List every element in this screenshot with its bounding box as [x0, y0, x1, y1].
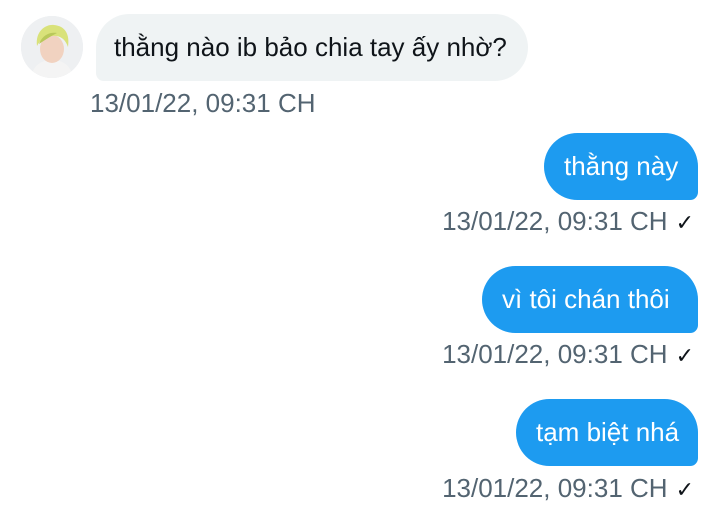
message-text: thằng nào ib bảo chia tay ấy nhờ? — [114, 32, 507, 62]
avatar-image — [21, 16, 83, 78]
message-bubble-outgoing[interactable]: vì tôi chán thôi — [482, 266, 698, 333]
message-bubble-outgoing[interactable]: tạm biệt nhá — [516, 399, 698, 466]
timestamp-text: 13/01/22, 09:31 CH — [442, 339, 668, 369]
message-timestamp: 13/01/22, 09:31 CH ✓ — [442, 475, 694, 501]
message-bubble-incoming[interactable]: thằng nào ib bảo chia tay ấy nhờ? — [96, 14, 528, 81]
message-text: thằng này — [564, 151, 679, 181]
timestamp-text: 13/01/22, 09:31 CH — [90, 88, 316, 118]
timestamp-text: 13/01/22, 09:31 CH — [442, 473, 668, 503]
checkmark-icon: ✓ — [675, 210, 694, 235]
message-timestamp: 13/01/22, 09:31 CH — [90, 90, 316, 116]
message-timestamp: 13/01/22, 09:31 CH ✓ — [442, 341, 694, 367]
checkmark-icon: ✓ — [675, 477, 694, 502]
message-text: tạm biệt nhá — [536, 417, 680, 447]
timestamp-text: 13/01/22, 09:31 CH — [442, 206, 668, 236]
message-text: vì tôi chán thôi — [502, 284, 670, 314]
avatar[interactable] — [21, 16, 83, 78]
message-bubble-outgoing[interactable]: thằng này — [544, 133, 698, 200]
checkmark-icon: ✓ — [675, 343, 694, 368]
message-timestamp: 13/01/22, 09:31 CH ✓ — [442, 208, 694, 234]
